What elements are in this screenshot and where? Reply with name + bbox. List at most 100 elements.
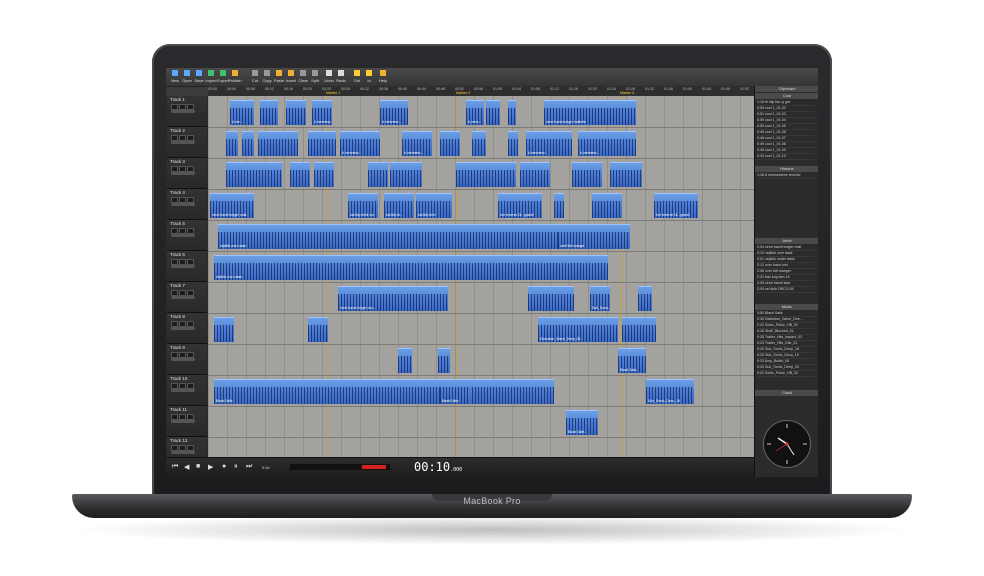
audio-clip[interactable] bbox=[368, 162, 388, 187]
audio-clip[interactable]: over tidt manger bbox=[558, 224, 630, 249]
audio-clip[interactable] bbox=[438, 348, 450, 373]
stop-icon[interactable]: ■ bbox=[196, 463, 200, 470]
toolbar-button-in[interactable]: In bbox=[362, 69, 376, 85]
audio-clip[interactable] bbox=[508, 100, 516, 125]
rewind-icon[interactable]: ⏮ bbox=[172, 463, 178, 471]
panel-item[interactable]: 1:36 A mennestene lend tid bbox=[757, 173, 815, 179]
audio-clip[interactable] bbox=[622, 317, 656, 342]
audio-clip[interactable] bbox=[308, 131, 336, 156]
audio-clip[interactable]: A mennesc... bbox=[402, 131, 432, 156]
audio-clip[interactable] bbox=[314, 162, 334, 187]
panel-item[interactable]: 0:43 cool 1_01-10 bbox=[757, 154, 815, 160]
track-header[interactable]: Track 8 bbox=[167, 313, 207, 344]
marker-3[interactable]: Marker 3 bbox=[620, 91, 634, 95]
audio-clip[interactable]: A mennesc... bbox=[526, 131, 572, 156]
volume-slider[interactable] bbox=[171, 327, 195, 330]
timeline[interactable]: A me... A mennesc... A mennesc... A merc...… bbox=[208, 96, 754, 469]
audio-clip[interactable] bbox=[592, 193, 622, 218]
audio-clip[interactable]: A mennesc... bbox=[340, 131, 380, 156]
volume-slider[interactable] bbox=[171, 451, 195, 454]
audio-clip[interactable]: A merc... bbox=[466, 100, 484, 125]
play-icon[interactable]: ▶ bbox=[208, 463, 213, 471]
track-header[interactable]: Track 3 bbox=[167, 158, 207, 189]
audio-clip[interactable] bbox=[472, 131, 486, 156]
audio-clip[interactable] bbox=[242, 131, 254, 156]
audio-clip[interactable] bbox=[226, 162, 282, 187]
pause-icon[interactable]: ⏸ bbox=[234, 463, 238, 471]
panel-header[interactable]: Clipboard bbox=[755, 86, 818, 92]
audio-clip[interactable]: vejlekk over dask bbox=[218, 224, 606, 249]
audio-clip[interactable]: vend havet bolger mall... bbox=[210, 193, 254, 218]
track-header[interactable]: Track 1 bbox=[167, 96, 207, 127]
audio-clip[interactable] bbox=[638, 286, 652, 311]
panel-item[interactable]: 0:02 Sonic_Pulse_HB_02 bbox=[757, 371, 815, 377]
audio-clip[interactable]: A mennesc... bbox=[578, 131, 636, 156]
toolbar-button-publish[interactable]: Publish bbox=[228, 69, 242, 85]
panel-header[interactable]: Music bbox=[755, 304, 818, 310]
marker-2[interactable]: Marker 2 bbox=[456, 91, 470, 95]
audio-clip[interactable] bbox=[508, 131, 518, 156]
audio-clip[interactable] bbox=[286, 100, 306, 125]
audio-clip[interactable]: Distortion_Wave_Deep_08 bbox=[538, 317, 618, 342]
track-header[interactable]: Track 9 bbox=[167, 344, 207, 375]
panel-header[interactable]: Ambi bbox=[755, 238, 818, 244]
audio-clip[interactable] bbox=[486, 100, 500, 125]
volume-slider[interactable] bbox=[171, 420, 195, 423]
volume-slider[interactable] bbox=[171, 234, 195, 237]
audio-clip[interactable] bbox=[572, 162, 602, 187]
audio-clip[interactable]: Black Salls bbox=[618, 348, 646, 373]
audio-clip[interactable]: Sub_Sonic_Deco_18 bbox=[646, 379, 694, 404]
audio-clip[interactable] bbox=[528, 286, 574, 311]
marker-1[interactable]: Marker 1 bbox=[326, 91, 340, 95]
panel-item[interactable]: 2:05 vel skib DRCO 08 bbox=[757, 287, 815, 293]
record-icon[interactable]: ● bbox=[222, 463, 226, 470]
audio-clip[interactable]: bal klip kl... bbox=[384, 193, 414, 218]
audio-clip[interactable]: vend havet bolger mo... bbox=[338, 286, 448, 311]
panel-header[interactable]: Cool bbox=[755, 93, 818, 99]
toolbar-button-redo[interactable]: Redo bbox=[334, 69, 348, 85]
track-header[interactable]: Track 4 bbox=[167, 189, 207, 220]
volume-slider[interactable] bbox=[171, 110, 195, 113]
audio-clip[interactable] bbox=[440, 131, 460, 156]
audio-clip[interactable] bbox=[308, 317, 328, 342]
toolbar-button-split[interactable]: Split bbox=[308, 69, 322, 85]
audio-clip[interactable]: A me... bbox=[230, 100, 254, 125]
track-header[interactable]: Track 2 bbox=[167, 127, 207, 158]
track-header[interactable]: Track 7 bbox=[167, 282, 207, 313]
track-header[interactable]: Track 5 bbox=[167, 220, 207, 251]
audio-clip[interactable]: Black Salls bbox=[440, 379, 470, 404]
audio-clip[interactable] bbox=[456, 162, 516, 187]
audio-clip[interactable] bbox=[290, 162, 310, 187]
back-icon[interactable]: ◀ bbox=[184, 463, 189, 471]
audio-clip[interactable]: bal klip klimi sm.. bbox=[348, 193, 378, 218]
audio-clip[interactable] bbox=[610, 162, 642, 187]
volume-slider[interactable] bbox=[171, 203, 195, 206]
audio-clip[interactable]: vend havet bolger mallede bbox=[544, 100, 636, 125]
audio-clip[interactable]: Black Salls bbox=[214, 379, 554, 404]
audio-clip[interactable]: Black Salls bbox=[566, 410, 598, 435]
audio-clip[interactable]: Sub_Sonic_... bbox=[590, 286, 610, 311]
volume-slider[interactable] bbox=[171, 358, 195, 361]
audio-clip[interactable] bbox=[214, 317, 234, 342]
track-header[interactable]: Track 10 bbox=[167, 375, 207, 406]
audio-clip[interactable]: A mennesc... bbox=[380, 100, 408, 125]
audio-clip[interactable] bbox=[390, 162, 422, 187]
panel-header[interactable]: Clock bbox=[755, 390, 818, 396]
audio-clip[interactable] bbox=[226, 131, 238, 156]
track-header[interactable]: Track 11 bbox=[167, 406, 207, 437]
volume-slider[interactable] bbox=[171, 172, 195, 175]
volume-slider[interactable] bbox=[171, 265, 195, 268]
audio-clip[interactable] bbox=[520, 162, 550, 187]
toolbar-button-help[interactable]: Help bbox=[376, 69, 390, 85]
forward-icon[interactable]: ⏭ bbox=[246, 463, 252, 471]
volume-slider[interactable] bbox=[171, 296, 195, 299]
audio-clip[interactable]: fort reverse Di...grazet bbox=[498, 193, 542, 218]
audio-clip[interactable]: vejlekk over dask bbox=[214, 255, 608, 280]
volume-slider[interactable] bbox=[171, 141, 195, 144]
audio-clip[interactable]: bal klip klim bbox=[416, 193, 452, 218]
audio-clip[interactable]: fort reverse Di...grazet bbox=[654, 193, 698, 218]
audio-clip[interactable]: A mennesc... bbox=[312, 100, 332, 125]
audio-clip[interactable] bbox=[258, 131, 298, 156]
audio-clip[interactable] bbox=[260, 100, 278, 125]
panel-header[interactable]: Historie bbox=[755, 166, 818, 172]
